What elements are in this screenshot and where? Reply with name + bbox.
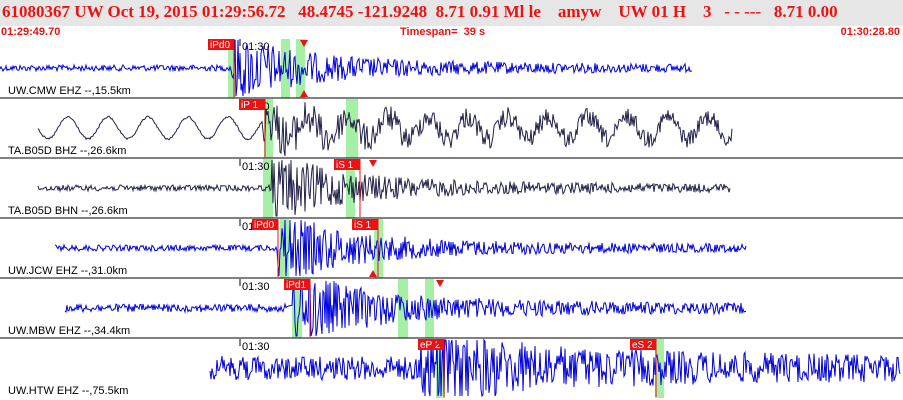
- station-label: UW.JCW EHZ --,31.0km: [8, 265, 127, 277]
- station-label: UW.MBW EHZ --,34.4km: [8, 325, 130, 337]
- event-summary-line: 61080367 UW Oct 19, 2015 01:29:56.72 48.…: [2, 2, 838, 21]
- end-time-label: 01:30:28.80: [840, 26, 900, 38]
- waveform-panel[interactable]: 01:30iPd0iS 1UW.JCW EHZ --,31.0km: [0, 217, 903, 278]
- station-label: UW.CMW EHZ --,15.5km: [8, 85, 131, 97]
- pick-label: iP 1: [241, 100, 258, 111]
- timespan-label: Timespan= 39 s: [400, 26, 486, 38]
- time-tick-label: 01:30: [242, 161, 270, 173]
- time-tick-label: 01:30: [242, 281, 270, 293]
- station-label: TA.B05D BHN --,26.6km: [8, 205, 128, 217]
- waveform-panels[interactable]: 01:30 iPd0 UW.CMW EHZ --,15.5km 01:30 iP 1 TA…: [0, 38, 903, 400]
- seismogram-viewer: 61080367 UW Oct 19, 2015 01:29:56.72 48.…: [0, 0, 903, 400]
- red-triangle-icon: [436, 280, 444, 287]
- waveform-panel[interactable]: 01:30 iPd1 UW.MBW EHZ --,34.4km: [0, 277, 903, 338]
- red-triangle-icon: [369, 160, 377, 167]
- waveform-panel[interactable]: 01:30 iS 1 TA.B05D BHN --,26.6km: [0, 157, 903, 218]
- pick-label: iPd1: [286, 280, 306, 291]
- pick-label: iS 1: [336, 160, 354, 171]
- waveform-panel[interactable]: 01:30iP 1TA.B05D BHZ --,26.6km: [0, 97, 903, 158]
- station-label: TA.B05D BHZ --,26.6km: [8, 145, 126, 157]
- event-header: 61080367 UW Oct 19, 2015 01:29:56.72 48.…: [0, 0, 903, 26]
- pick-label: eS 2: [632, 340, 653, 351]
- pick-label: iPd0: [210, 40, 230, 51]
- seismic-trace: [209, 338, 901, 398]
- pick-label: iPd0: [254, 220, 274, 231]
- seismic-trace: [37, 159, 731, 217]
- waveform-panel[interactable]: 01:30iPd0UW.CMW EHZ --,15.5km: [0, 39, 693, 98]
- start-time-label: 01:29:49.70: [1, 26, 61, 38]
- time-range-bar: 01:29:49.70 Timespan= 39 s 01:30:28.80: [0, 26, 903, 38]
- pick-label: iS 1: [354, 220, 372, 231]
- station-label: UW.HTW EHZ --,75.5km: [8, 385, 128, 397]
- waveform-panel[interactable]: 01:30 eP 2 eS 2UW.HTW EHZ --,75.5km: [0, 337, 903, 398]
- seismic-trace: [54, 219, 747, 277]
- time-tick-label: 01:30: [242, 341, 270, 353]
- seismic-trace: [37, 102, 733, 157]
